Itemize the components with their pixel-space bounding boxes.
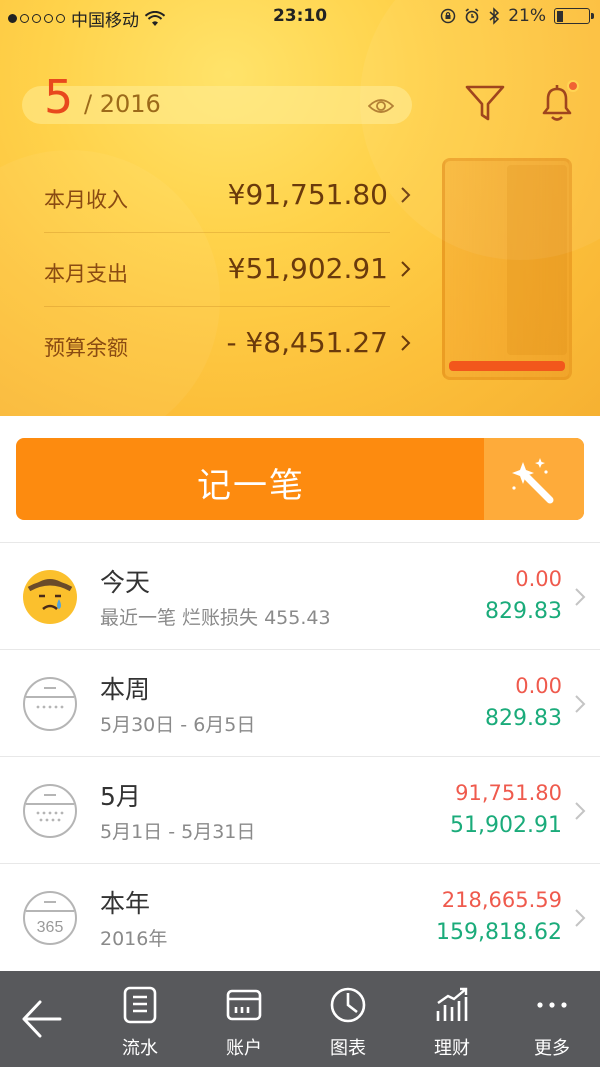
- status-bar: 中国移动 23:10 21%: [0, 0, 600, 34]
- income-value: ¥91,751.80: [227, 178, 388, 211]
- battery-percent: 21%: [508, 6, 546, 26]
- divider: [44, 306, 390, 307]
- jar-shine: [507, 165, 567, 355]
- period-expense: 51,902.91: [450, 813, 562, 838]
- more-icon: [537, 1002, 567, 1008]
- period-expense: 159,818.62: [436, 920, 562, 945]
- year-label[interactable]: / 2016: [84, 90, 161, 118]
- income-row[interactable]: 本月收入 ¥91,751.80: [44, 160, 416, 230]
- rotation-lock-icon: [440, 8, 456, 24]
- record-button-label: 记一笔: [197, 466, 305, 506]
- bell-icon[interactable]: [536, 82, 578, 124]
- period-row-today[interactable]: 今天 最近一笔 烂账损失 455.43 0.00 829.83: [0, 542, 600, 649]
- divider: [44, 232, 390, 233]
- bottom-tab-bar: 流水 账户 图表 理财 更多: [0, 971, 600, 1067]
- period-subtitle: 5月1日 - 5月31日: [100, 821, 256, 843]
- budget-jar[interactable]: [442, 158, 572, 380]
- budget-jar-fill: [449, 361, 565, 371]
- chevron-right-icon: [575, 802, 586, 820]
- period-expense: 829.83: [485, 706, 562, 731]
- period-income: 0.00: [515, 567, 562, 591]
- expense-value: ¥51,902.91: [227, 252, 388, 285]
- record-button[interactable]: 记一笔: [16, 438, 584, 520]
- wallet-icon: [226, 989, 262, 1021]
- back-arrow-icon: [22, 1000, 62, 1038]
- alarm-icon: [465, 8, 479, 24]
- month-number[interactable]: 5: [44, 70, 73, 124]
- period-expense: 829.83: [485, 599, 562, 624]
- calendar-year-number: 365: [37, 919, 64, 936]
- chevron-right-icon: [401, 187, 411, 203]
- summary-header: 中国移动 23:10 21% 5 / 2016 本月收入 ¥91,751.80: [0, 0, 600, 416]
- period-row-year[interactable]: 365 本年 2016年 218,665.59 159,818.62: [0, 863, 600, 970]
- period-title: 5月: [100, 782, 141, 811]
- tab-charts[interactable]: 图表: [296, 971, 400, 1067]
- ledger-icon: [123, 986, 157, 1024]
- battery-icon: [554, 8, 594, 24]
- chevron-right-icon: [401, 335, 411, 351]
- budget-value: - ¥8,451.27: [226, 326, 388, 359]
- tab-label: 图表: [330, 1038, 366, 1059]
- calendar-month-icon: [23, 784, 77, 838]
- tab-accounts[interactable]: 账户: [192, 971, 296, 1067]
- clock: 23:10: [272, 6, 328, 26]
- calendar-year-icon: 365: [23, 891, 77, 945]
- period-title: 本年: [100, 889, 151, 918]
- period-subtitle: 最近一笔 烂账损失 455.43: [100, 607, 331, 629]
- eye-icon[interactable]: [368, 96, 394, 116]
- sad-face-icon: [23, 570, 77, 624]
- period-title: 今天: [100, 568, 151, 597]
- tab-label: 理财: [434, 1038, 470, 1059]
- chevron-right-icon: [575, 588, 586, 606]
- bluetooth-icon: [489, 7, 500, 25]
- tab-more[interactable]: 更多: [504, 971, 600, 1067]
- chevron-right-icon: [575, 695, 586, 713]
- period-income: 91,751.80: [455, 781, 562, 805]
- pie-chart-icon: [330, 987, 366, 1023]
- tab-label: 流水: [122, 1038, 158, 1059]
- expense-label: 本月支出: [44, 262, 128, 286]
- back-button[interactable]: [0, 971, 88, 1067]
- magic-wand-button[interactable]: [484, 438, 584, 520]
- period-subtitle: 5月30日 - 6月5日: [100, 714, 256, 736]
- period-row-month[interactable]: 5月 5月1日 - 5月31日 91,751.80 51,902.91: [0, 756, 600, 863]
- chevron-right-icon: [401, 261, 411, 277]
- income-label: 本月收入: [44, 188, 128, 212]
- notification-badge: [567, 80, 579, 92]
- period-row-week[interactable]: 本周 5月30日 - 6月5日 0.00 829.83: [0, 649, 600, 756]
- period-subtitle: 2016年: [100, 928, 168, 950]
- budget-row[interactable]: 预算余额 - ¥8,451.27: [44, 308, 416, 378]
- status-right: 21%: [440, 6, 594, 26]
- period-income: 0.00: [515, 674, 562, 698]
- tab-ledger[interactable]: 流水: [88, 971, 192, 1067]
- tab-label: 账户: [226, 1038, 262, 1059]
- period-income: 218,665.59: [441, 888, 562, 912]
- filter-icon[interactable]: [464, 82, 506, 124]
- trend-icon: [436, 987, 468, 1021]
- chevron-right-icon: [575, 909, 586, 927]
- magic-wand-icon: [512, 458, 554, 504]
- calendar-week-icon: [23, 677, 77, 731]
- expense-row[interactable]: 本月支出 ¥51,902.91: [44, 234, 416, 304]
- tab-label: 更多: [534, 1038, 570, 1059]
- app-screen: 中国移动 23:10 21% 5 / 2016 本月收入 ¥91,751.80: [0, 0, 600, 1067]
- period-title: 本周: [100, 675, 151, 704]
- date-selector[interactable]: [22, 86, 412, 124]
- tab-finance[interactable]: 理财: [400, 971, 504, 1067]
- budget-label: 预算余额: [44, 336, 128, 360]
